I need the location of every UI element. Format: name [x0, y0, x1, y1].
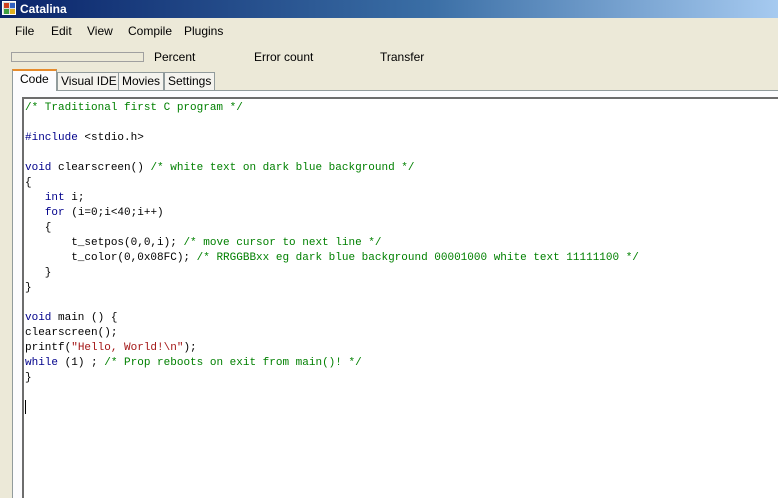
code-token: /* RRGGBBxx eg dark blue background 0000…	[196, 252, 639, 264]
menu-file[interactable]: File	[15, 24, 34, 38]
main-window: Catalina File Edit View Compile Plugins …	[0, 0, 778, 498]
code-line: printf("Hello, World!\n");	[25, 341, 639, 356]
tab-visual-ide[interactable]: Visual IDE	[57, 72, 121, 90]
progress-bar	[11, 52, 144, 62]
code-token: printf(	[25, 342, 72, 354]
status-row: Percent Error count Transfer	[0, 46, 778, 68]
code-token: t_color(0,0x08FC);	[25, 252, 197, 264]
code-token: clearscreen()	[51, 162, 151, 174]
code-line: {	[25, 176, 639, 191]
code-line: t_color(0,0x08FC); /* RRGGBBxx eg dark b…	[25, 251, 639, 266]
code-line: int i;	[25, 191, 639, 206]
menu-view[interactable]: View	[87, 24, 113, 38]
tab-code[interactable]: Code	[12, 69, 57, 91]
code-token: clearscreen();	[25, 327, 118, 339]
window-title: Catalina	[20, 2, 67, 16]
title-bar[interactable]: Catalina	[0, 0, 778, 18]
code-token: /* Prop reboots on exit from main()! */	[104, 357, 362, 369]
code-line: }	[25, 371, 639, 386]
menu-plugins[interactable]: Plugins	[184, 24, 223, 38]
code-token: {	[25, 177, 32, 189]
code-line: {	[25, 221, 639, 236]
code-token: }	[25, 267, 52, 279]
code-token: for	[44, 207, 65, 219]
code-token: while	[25, 357, 59, 369]
code-text: /* Traditional first C program */ #inclu…	[25, 101, 639, 386]
code-line: for (i=0;i<40;i++)	[25, 206, 639, 221]
percent-label: Percent	[154, 50, 196, 64]
code-token: #include	[25, 132, 78, 144]
code-token: {	[25, 222, 52, 234]
code-token: i;	[64, 192, 85, 204]
code-line: }	[25, 266, 639, 281]
code-token: "Hello, World!\n"	[71, 342, 184, 354]
code-token: /* move cursor to next line */	[183, 237, 382, 249]
code-token: void	[25, 162, 52, 174]
menu-compile[interactable]: Compile	[128, 24, 172, 38]
code-line: t_setpos(0,0,i); /* move cursor to next …	[25, 236, 639, 251]
code-line: #include <stdio.h>	[25, 131, 639, 146]
code-editor[interactable]: /* Traditional first C program */ #inclu…	[22, 97, 778, 498]
code-token: /* white text on dark blue background */	[150, 162, 415, 174]
menu-bar: File Edit View Compile Plugins	[0, 20, 778, 42]
code-token: }	[25, 282, 32, 294]
code-line: while (1) ; /* Prop reboots on exit from…	[25, 356, 639, 371]
code-line: void main () {	[25, 311, 639, 326]
tab-strip: Code Visual IDE Movies Settings	[0, 69, 778, 91]
code-token: }	[25, 372, 32, 384]
code-line: clearscreen();	[25, 326, 639, 341]
tab-movies[interactable]: Movies	[118, 72, 165, 90]
transfer-label: Transfer	[380, 50, 425, 64]
error-count-label: Error count	[254, 50, 314, 64]
code-line: }	[25, 281, 639, 296]
code-token: <stdio.h>	[77, 132, 144, 144]
text-caret	[25, 400, 26, 414]
app-icon[interactable]	[2, 1, 16, 15]
code-token: int	[44, 192, 65, 204]
code-token: );	[183, 342, 197, 354]
tab-settings[interactable]: Settings	[164, 72, 216, 90]
code-token: main () {	[51, 312, 118, 324]
code-token: t_setpos(0,0,i);	[25, 237, 184, 249]
code-token: void	[25, 312, 52, 324]
code-token: /* Traditional first C program */	[25, 102, 243, 114]
menu-edit[interactable]: Edit	[51, 24, 72, 38]
code-token: (1) ;	[58, 357, 105, 369]
code-line: void clearscreen() /* white text on dark…	[25, 161, 639, 176]
code-line: /* Traditional first C program */	[25, 101, 639, 116]
code-token: (i=0;i<40;i++)	[64, 207, 164, 219]
